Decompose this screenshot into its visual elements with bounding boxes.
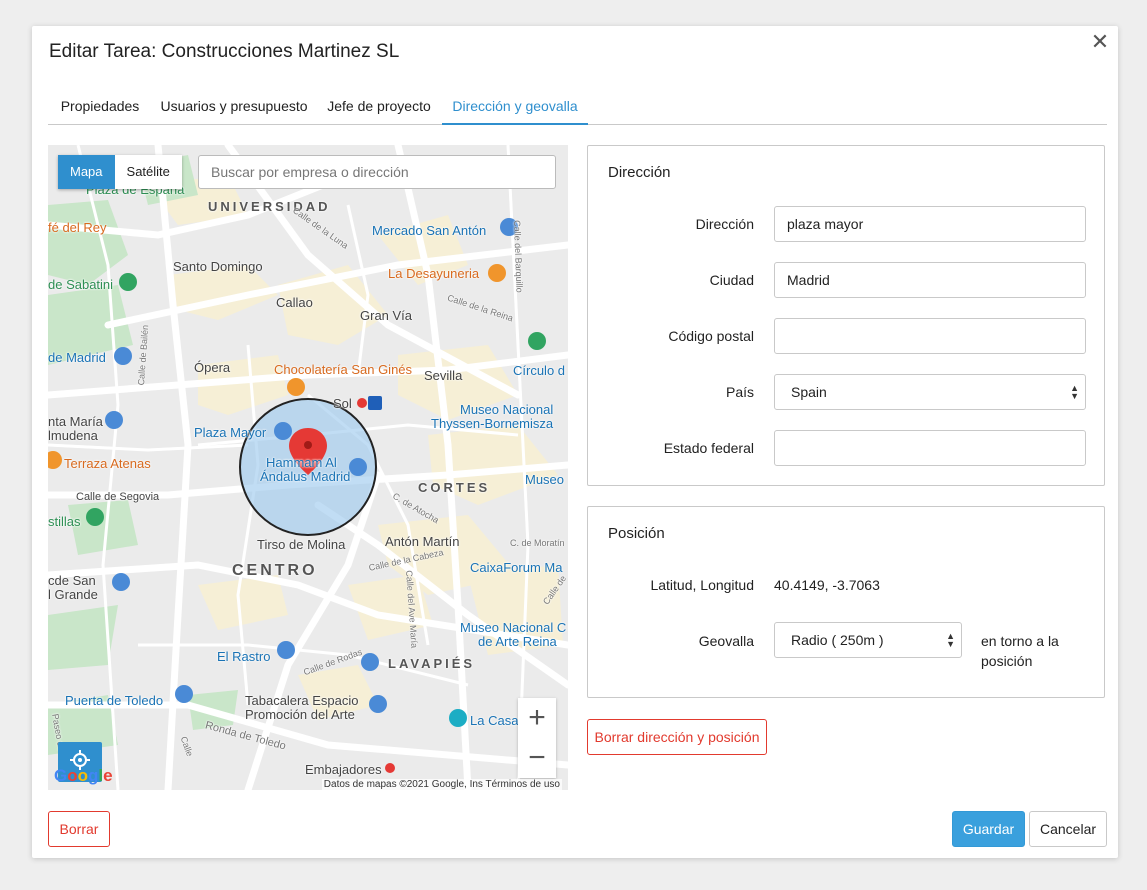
select-arrows-icon: ▲ ▼ [1070,383,1079,401]
latlng-label: Latitud, Longitud [650,577,754,593]
map-label-tabacalera-2: Promoción del Arte [245,707,355,722]
map-label-cortes: CORTES [418,480,491,495]
map-label-hammam-2: Ándalus Madrid [260,469,351,484]
map-label-cafe-del-rey: fé del Rey [48,220,107,235]
map-label-de-madrid: de Madrid [48,350,106,365]
edit-task-dialog: Editar Tarea: Construcciones Martinez SL… [32,26,1118,858]
map-label-tirso-de-molina: Tirso de Molina [257,537,346,552]
delete-button[interactable]: Borrar [48,811,110,847]
map-label-santa-maria-1: nta María [48,414,103,429]
map-label-callao: Callao [276,295,313,310]
zoom-out-button[interactable]: − [518,738,556,778]
address-panel: Dirección Dirección Ciudad Código postal… [587,145,1105,486]
map-search-input[interactable] [198,155,556,189]
position-panel: Posición Latitud, Longitud 40.4149, -3.7… [587,506,1105,698]
pais-label: País [725,384,754,400]
geofence-select[interactable]: Radio ( 250m ) ▲ ▼ [774,622,962,658]
tab-usuarios-presupuesto[interactable]: Usuarios y presupuesto [152,90,316,124]
map-label-gran-via: Gran Vía [360,308,413,323]
pais-select[interactable]: Spain ▲ ▼ [774,374,1086,410]
direccion-label: Dirección [695,216,754,232]
map-attribution[interactable]: Datos de mapas ©2021 Google, Ins Término… [321,779,562,790]
map-label-museo-reina-1: Museo Nacional C [460,620,567,635]
map-label-hammam-1: Hammam Al [266,455,337,470]
map-label-santa-maria-2: lmudena [48,428,98,443]
map-label-plaza-mayor: Plaza Mayor [194,425,267,440]
tab-propiedades[interactable]: Propiedades [48,90,152,124]
map-label-calle-segovia: Calle de Segovia [76,491,160,503]
map-label-museo-reina-2: de Arte Reina [478,634,557,649]
map-label-sol: Sol [333,396,352,411]
latlng-value: 40.4149, -3.7063 [774,577,880,593]
estado-federal-label: Estado federal [663,440,754,456]
map-label-stillas: stillas [48,514,81,529]
map-type-map-button[interactable]: Mapa [58,155,115,189]
geofence-suffix: en torno a la posición [981,633,1059,669]
address-panel-title: Dirección [608,164,671,181]
map-label-opera: Ópera [194,360,231,375]
map-label-mercado-san-anton: Mercado San Antón [372,223,487,238]
map-label-museo: Museo [525,472,565,487]
zoom-in-button[interactable]: + [518,698,556,738]
close-icon[interactable]: ✕ [1090,31,1110,53]
map-label-centro: CENTRO [232,562,318,579]
dialog-title: Editar Tarea: Construcciones Martinez SL [49,41,400,62]
map-label-chocolateria: Chocolatería San Ginés [274,362,413,377]
map-label-el-rastro: El Rastro [217,649,271,664]
map-label-santo-domingo: Santo Domingo [173,259,263,274]
codigo-postal-input[interactable] [774,318,1086,354]
pais-select-value: Spain [791,384,827,400]
ciudad-label: Ciudad [709,272,754,288]
google-logo: Google [54,766,113,785]
estado-federal-input[interactable] [774,430,1086,466]
tab-direccion-geovalla[interactable]: Dirección y geovalla [442,90,588,125]
select-arrows-icon: ▲ ▼ [946,631,955,649]
map-label-caixaforum: CaixaForum Ma [470,560,563,575]
map-label-san-francisco-1: cde San [48,573,96,588]
map-label-museo-thyssen-2: Thyssen-Bornemisza [431,416,554,431]
map-label-la-desayuneria: La Desayuneria [388,266,480,281]
cancel-button[interactable]: Cancelar [1029,811,1107,847]
geofence-label: Geovalla [698,633,754,649]
map-type-satellite-button[interactable]: Satélite [114,155,182,189]
codigo-postal-label: Código postal [668,328,754,344]
direccion-input[interactable] [774,206,1086,242]
map-label-circulo: Círculo d [513,363,566,378]
map-label-san-francisco-2: l Grande [48,587,98,602]
map-label-anton-martin: Antón Martín [385,534,460,549]
map-view[interactable]: UNIVERSIDAD CORTES CENTRO LAVAPIÉS Merca… [48,145,568,790]
zoom-control: + − [518,698,556,778]
map-label-lavapies: LAVAPIÉS [388,656,476,671]
map-label-calle-moratin: C. de Moratín [510,538,565,548]
tab-jefe-proyecto[interactable]: Jefe de proyecto [316,90,442,124]
map-label-museo-thyssen-1: Museo Nacional [460,402,554,417]
map-label-sevilla: Sevilla [424,368,463,383]
map-type-toggle: Mapa Satélite [58,155,182,189]
position-panel-title: Posición [608,525,665,542]
map-label-terraza-atenas: Terraza Atenas [64,456,151,471]
map-label-la-casa: La Casa [470,713,519,728]
geofence-select-value: Radio ( 250m ) [791,632,884,648]
map-label-universidad: UNIVERSIDAD [208,199,331,214]
map-label-sabatini: de Sabatini [48,277,114,292]
save-button[interactable]: Guardar [952,811,1025,847]
map-label-tabacalera-1: Tabacalera Espacio [245,693,359,708]
clear-address-button[interactable]: Borrar dirección y posición [587,719,767,755]
map-label-embajadores: Embajadores [305,762,382,777]
ciudad-input[interactable] [774,262,1086,298]
map-label-puerta-de-toledo: Puerta de Toledo [65,693,164,708]
tab-bar: Propiedades Usuarios y presupuesto Jefe … [48,90,1107,125]
